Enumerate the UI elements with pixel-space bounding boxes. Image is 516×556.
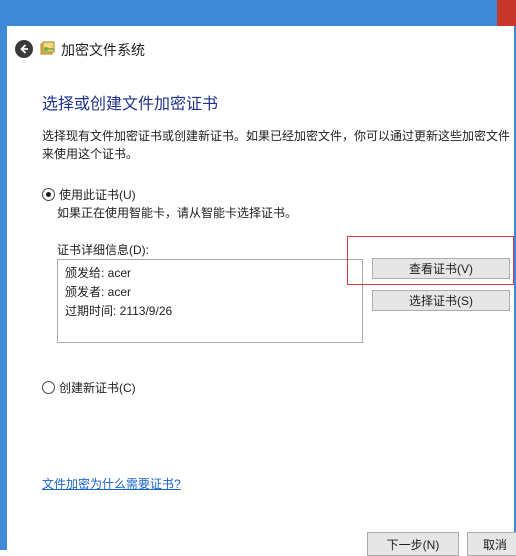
window-top-frame	[0, 0, 516, 26]
help-link[interactable]: 文件加密为什么需要证书?	[42, 475, 181, 492]
cert-details-box[interactable]: 颁发给: acer 颁发者: acer 过期时间: 2113/9/26	[57, 259, 363, 343]
back-arrow-icon	[20, 44, 28, 54]
issued-to-line: 颁发给: acer	[65, 266, 132, 280]
cert-details-label: 证书详细信息(D):	[57, 243, 149, 257]
back-button[interactable]	[15, 40, 33, 58]
window-title: 加密文件系统	[61, 42, 145, 58]
cancel-button[interactable]: 取消	[467, 532, 516, 556]
create-cert-radio[interactable]	[42, 381, 55, 394]
window-close-button[interactable]	[497, 0, 516, 26]
window-left-frame	[0, 26, 7, 550]
page-heading: 选择或创建文件加密证书	[42, 96, 219, 113]
smartcard-hint: 如果正在使用智能卡，请从智能卡选择证书。	[57, 206, 298, 220]
efs-key-icon	[40, 41, 55, 55]
expires-line: 过期时间: 2113/9/26	[65, 304, 173, 318]
select-cert-button[interactable]: 选择证书(S)	[372, 290, 510, 311]
annotation-highlight	[347, 236, 514, 285]
issued-by-line: 颁发者: acer	[65, 285, 132, 299]
next-button[interactable]: 下一步(N)	[367, 532, 459, 556]
use-cert-label: 使用此证书(U)	[59, 188, 136, 202]
page-description: 选择现有文件加密证书或创建新证书。如果已经加密文件，你可以通过更新这些加密文件来…	[42, 129, 511, 161]
wizard-header: 加密文件系统	[7, 26, 514, 70]
use-cert-radio[interactable]	[42, 188, 55, 201]
create-cert-label: 创建新证书(C)	[59, 381, 136, 395]
use-cert-option[interactable]: 使用此证书(U)	[42, 186, 136, 203]
create-cert-option[interactable]: 创建新证书(C)	[42, 379, 136, 396]
